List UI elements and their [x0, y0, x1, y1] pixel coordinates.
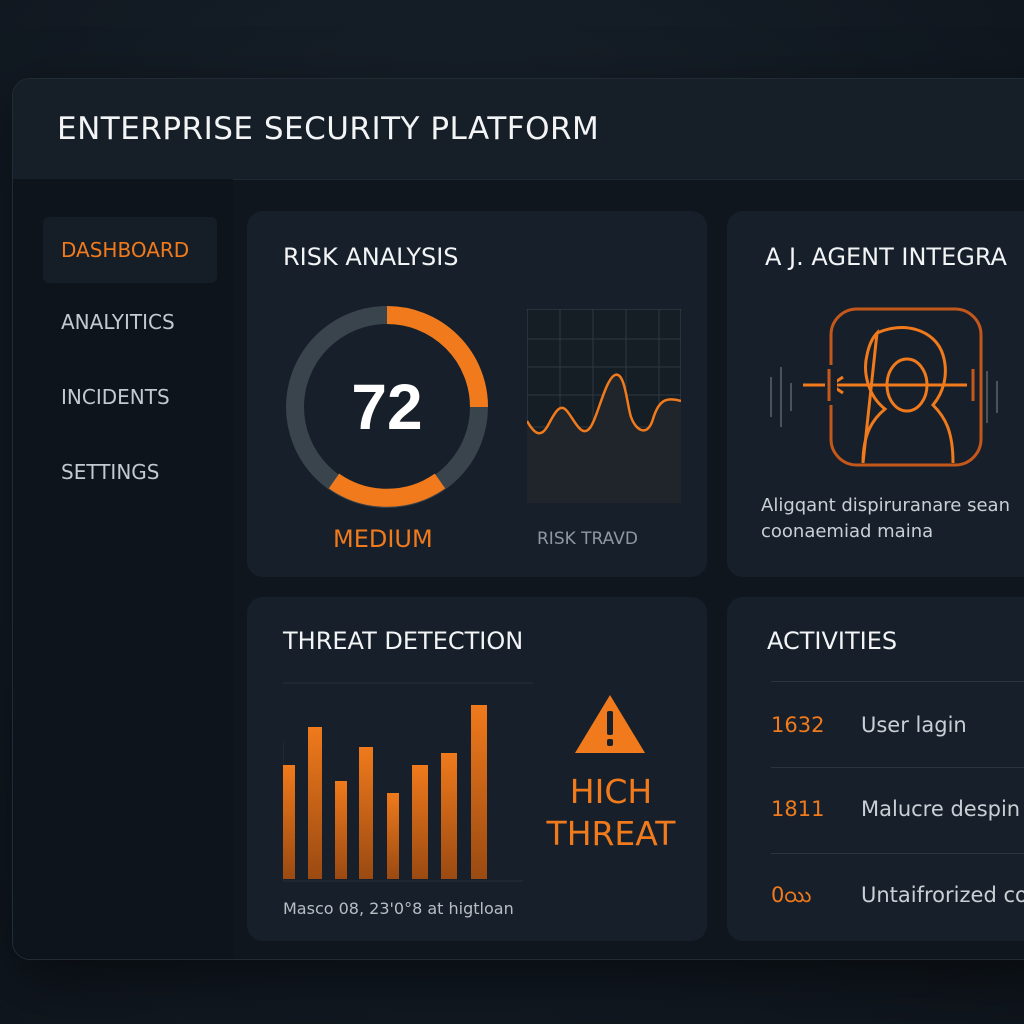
risk-score: 72 — [351, 371, 423, 443]
threat-level-label: HICH THREAT — [533, 771, 689, 855]
activity-text: Untaifrorized co — [861, 883, 1024, 907]
agent-description-line1: Aligqant dispiruranare sean — [761, 495, 1010, 516]
agent-description-line2: coonaemiad maina — [761, 521, 934, 542]
threat-level-line2: THREAT — [546, 814, 676, 853]
threat-detection-caption: Masco 08, 23'0°8 at higtloan — [283, 899, 514, 918]
sidebar-item-settings[interactable]: SETTINGS — [43, 439, 217, 505]
threat-level-line1: HICH — [569, 772, 653, 811]
risk-trend-caption: RISK TRAVD — [537, 529, 638, 549]
activity-divider — [771, 767, 1024, 768]
sidebar-item-incidents[interactable]: INCIDENTS — [43, 364, 217, 430]
activity-row[interactable]: 1811 Malucre despin — [727, 769, 1024, 855]
risk-analysis-card: RISK ANALYSIS 72 MEDIUM RISK TRAVD — [247, 211, 707, 577]
activity-id: 1632 — [771, 713, 825, 737]
activities-card: ACTIVITIES 1632 User lagin 1811 Malucre … — [727, 597, 1024, 941]
activity-divider — [771, 853, 1024, 854]
warning-icon — [573, 693, 647, 755]
agent-integration-card: A J. AGENT INTEGRA Aligqant dispiruranar… — [727, 211, 1024, 577]
activity-id: 0యి — [771, 883, 812, 907]
threat-bar-chart — [282, 681, 679, 885]
threat-detection-title: THREAT DETECTION — [283, 627, 524, 655]
app-window: ENTERPRISE SECURITY PLATFORM DASHBOARD A… — [12, 78, 1024, 960]
sidebar-item-dashboard[interactable]: DASHBOARD — [43, 217, 217, 283]
app-header: ENTERPRISE SECURITY PLATFORM — [13, 79, 1024, 180]
activity-row[interactable]: 0యి Untaifrorized co — [727, 855, 1024, 941]
app-title: ENTERPRISE SECURITY PLATFORM — [57, 111, 600, 147]
risk-trend-chart — [525, 308, 682, 504]
risk-analysis-title: RISK ANALYSIS — [283, 243, 459, 271]
agent-head-icon — [767, 307, 1007, 477]
sidebar: DASHBOARD ANALYITICS INCIDENTS SETTINGS — [13, 179, 233, 959]
sidebar-item-analytics[interactable]: ANALYITICS — [43, 289, 217, 355]
activity-id: 1811 — [771, 797, 825, 821]
risk-gauge: 72 — [285, 305, 489, 509]
risk-level-label: MEDIUM — [333, 525, 433, 553]
activity-divider — [771, 681, 1024, 682]
activity-row[interactable]: 1632 User lagin — [727, 683, 1024, 769]
agent-integration-title: A J. AGENT INTEGRA — [765, 243, 1007, 271]
activity-text: User lagin — [861, 713, 967, 737]
activity-text: Malucre despin — [861, 797, 1021, 821]
threat-detection-card: THREAT DETECTION HICH THREAT Masco 08, 2… — [247, 597, 707, 941]
activities-title: ACTIVITIES — [767, 627, 898, 655]
